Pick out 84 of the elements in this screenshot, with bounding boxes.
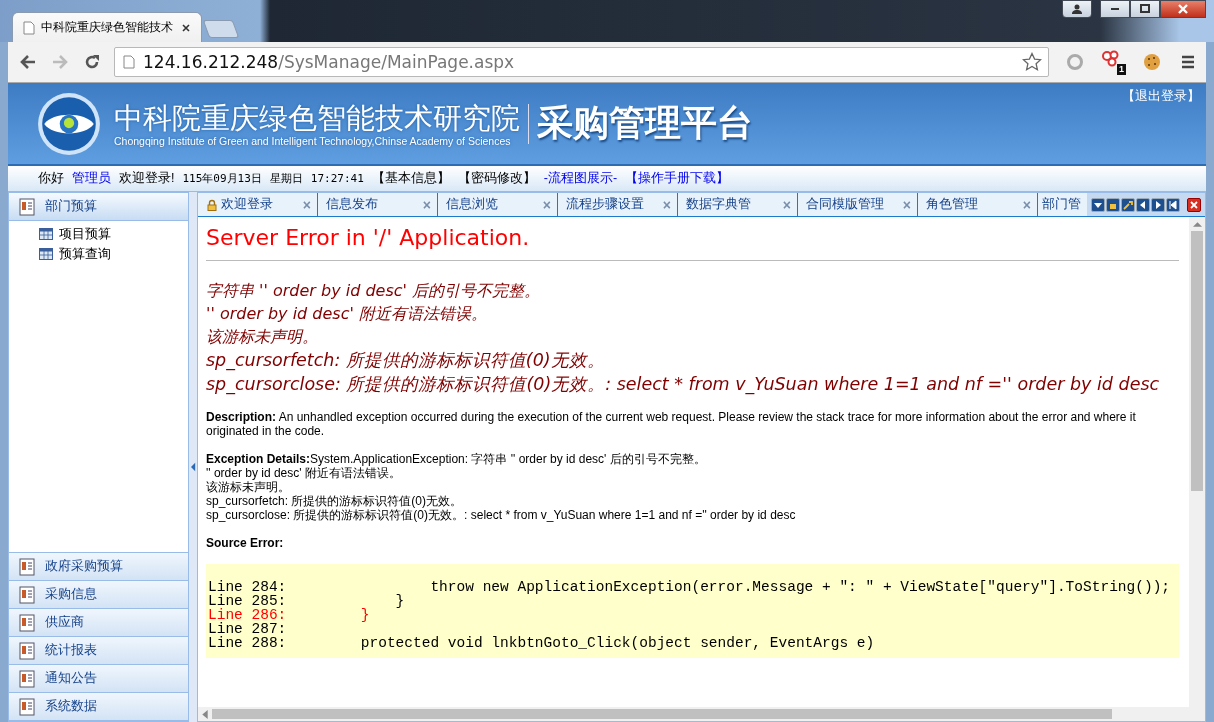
code-line: Line 285: } bbox=[208, 594, 406, 608]
page-icon bbox=[23, 20, 35, 35]
tab-tool-icon[interactable] bbox=[1166, 197, 1180, 212]
accordion-header[interactable]: 系统数据 bbox=[9, 693, 188, 721]
tab-title: 中科院重庆绿色智能技术 bbox=[41, 19, 174, 36]
star-icon[interactable] bbox=[1022, 52, 1042, 72]
exception-details: '' order by id desc' 附近有语法错误。 bbox=[206, 466, 402, 480]
info-link[interactable]: -流程图展示- bbox=[543, 170, 618, 187]
tree-item[interactable]: 项目预算 bbox=[9, 224, 188, 244]
institute-name-english: Chongqing Institute of Green and Intelligent Technology,Chinse Academy of Sciences bbox=[114, 134, 512, 147]
scroll-left-icon[interactable] bbox=[202, 709, 208, 719]
tab-tool-icon[interactable] bbox=[1091, 197, 1105, 212]
vertical-scrollbar[interactable] bbox=[1189, 217, 1205, 707]
extension-button[interactable]: 1 bbox=[1101, 49, 1126, 75]
maximize-button[interactable] bbox=[1130, 0, 1160, 18]
scroll-up-icon[interactable] bbox=[1192, 221, 1202, 227]
exception-details: 该游标未声明。 bbox=[206, 480, 291, 494]
minimize-button[interactable] bbox=[1100, 0, 1130, 18]
error-message: sp_cursorfetch: 所提供的游标标识符值(0)无效。 bbox=[206, 349, 606, 372]
error-message: 该游标未声明。 bbox=[206, 326, 319, 348]
badge: 1 bbox=[1117, 64, 1126, 75]
code-line: Line 286: } bbox=[208, 608, 371, 622]
source-error-label: Source Error: bbox=[206, 536, 285, 550]
address-bar[interactable]: 124.16.212.248/SysManage/MainPage.aspx bbox=[114, 47, 1049, 77]
contact-card-icon bbox=[19, 613, 35, 632]
info-text: 星期日 bbox=[269, 171, 303, 186]
description-text: Description: An unhandled exception occurred during the execution of the current web request. Please review the stack trace for more information about the error and where it originated in the code. bbox=[206, 410, 1137, 438]
table-icon bbox=[39, 248, 53, 260]
logo-icon bbox=[36, 90, 102, 157]
code-line: Line 284: throw new ApplicationException(error.Message + ": " + ViewState["query"].ToString()); bbox=[208, 580, 1172, 594]
tab-tool-icon[interactable] bbox=[1136, 197, 1150, 212]
info-link[interactable]: 【操作手册下载】 bbox=[625, 170, 730, 187]
close-button[interactable] bbox=[1160, 0, 1206, 18]
error-message: 字符串 '' order by id desc' 后的引号不完整。 bbox=[206, 280, 541, 302]
contact-card-icon bbox=[19, 669, 35, 688]
info-text: 17:27:41 bbox=[310, 172, 364, 185]
lock-icon bbox=[206, 198, 218, 211]
circles-icon bbox=[1101, 49, 1121, 69]
tab-tool-icon[interactable] bbox=[1121, 197, 1135, 212]
code-line: Line 288: protected void lnkbtnGoto_Click(object sender, EventArgs e) bbox=[208, 636, 876, 650]
contact-card-icon bbox=[19, 641, 35, 660]
info-text: 欢迎登录! bbox=[119, 170, 175, 187]
exception-details: sp_cursorclose: 所提供的游标标识符值(0)无效。: select * from v_YuSuan where 1=1 and nf ='' order by id desc bbox=[206, 508, 797, 522]
accordion-header[interactable]: 政府采购预算 bbox=[9, 553, 188, 581]
contact-card-icon bbox=[19, 557, 35, 576]
browser-tab[interactable]: 中科院重庆绿色智能技术 bbox=[12, 12, 202, 42]
exception-details: Exception Details:System.ApplicationException: 字符串 '' order by id desc' 后的引号不完整。 bbox=[206, 452, 707, 466]
person-icon bbox=[1071, 3, 1083, 15]
info-text: 【基本信息】 bbox=[371, 170, 450, 187]
code-line: Line 287: bbox=[208, 622, 288, 636]
tree-item[interactable]: 预算查询 bbox=[9, 244, 188, 264]
platform-title: 采购管理平台 bbox=[537, 101, 753, 145]
error-title: Server Error in '/' Application. bbox=[206, 225, 531, 250]
error-message: '' order by id desc' 附近有语法错误。 bbox=[206, 303, 488, 325]
accordion-header[interactable]: 采购信息 bbox=[9, 581, 188, 609]
accordion-header[interactable]: 通知公告 bbox=[9, 665, 188, 693]
accordion-header[interactable]: 部门预算 bbox=[9, 193, 188, 221]
close-icon[interactable] bbox=[1187, 197, 1201, 212]
maximize-icon bbox=[1139, 3, 1151, 15]
logout-link[interactable]: 【退出登录】 bbox=[1122, 87, 1200, 105]
info-text: 【密码修改】 bbox=[457, 170, 536, 187]
accordion-header[interactable]: 统计报表 bbox=[9, 637, 188, 665]
institute-name: 中科院重庆绿色智能技术研究院 bbox=[114, 100, 520, 135]
contact-card-icon bbox=[19, 697, 35, 716]
url-text: 124.16.212.248/SysManage/MainPage.aspx bbox=[143, 52, 516, 72]
info-text: 你好 bbox=[38, 170, 64, 187]
error-message: sp_cursorclose: 所提供的游标标识符值(0)无效。: select * from v_YuSuan where 1=1 and nf ='' order by id desc bbox=[206, 373, 1161, 396]
horizontal-scrollbar[interactable] bbox=[198, 707, 1205, 721]
minimize-icon bbox=[1111, 8, 1119, 10]
page-icon bbox=[123, 55, 135, 69]
close-icon bbox=[1177, 3, 1189, 15]
close-icon[interactable] bbox=[181, 22, 191, 33]
accordion-header[interactable]: 供应商 bbox=[9, 609, 188, 637]
exception-details: sp_cursorfetch: 所提供的游标标识符值(0)无效。 bbox=[206, 494, 464, 508]
table-icon bbox=[39, 228, 53, 240]
contact-card-icon bbox=[19, 197, 35, 216]
info-link[interactable]: 管理员 bbox=[72, 170, 111, 187]
user-button[interactable] bbox=[1062, 0, 1092, 18]
tab-tool-icon[interactable] bbox=[1106, 197, 1120, 212]
collapse-arrow-icon[interactable] bbox=[190, 462, 196, 472]
contact-card-icon bbox=[19, 585, 35, 604]
tab-tool-icon[interactable] bbox=[1151, 197, 1165, 212]
info-text: 115年09月13日 bbox=[182, 171, 262, 186]
cookie-icon[interactable] bbox=[1142, 52, 1162, 72]
